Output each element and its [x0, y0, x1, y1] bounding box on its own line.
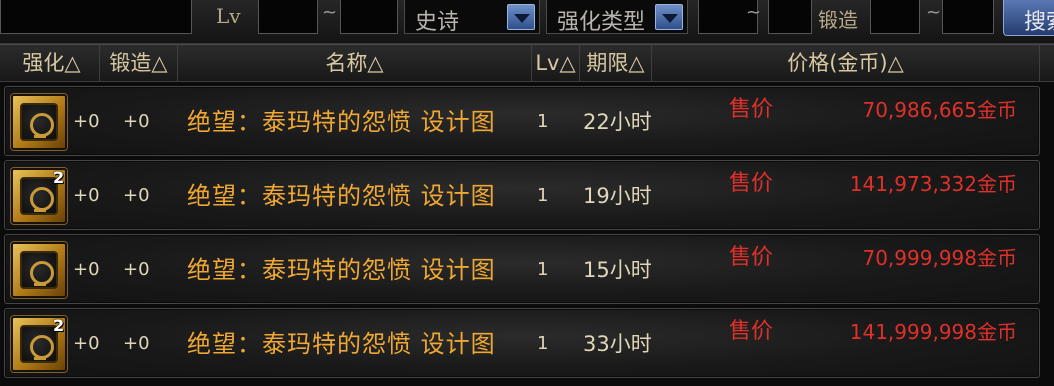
forge-value: +0: [123, 333, 150, 354]
item-period: 15小时: [583, 258, 652, 282]
forge-value: +0: [123, 185, 150, 206]
enhance-value: +0: [73, 185, 100, 206]
enhance-value: +0: [73, 259, 100, 280]
column-header-enhance[interactable]: 强化△: [4, 45, 100, 81]
forge-min-input[interactable]: [870, 0, 920, 34]
blueprint-emblem-icon: [20, 103, 58, 141]
sale-label: 售价: [729, 171, 774, 196]
item-price: 70,986,665金币: [862, 98, 1017, 122]
blueprint-icon[interactable]: [11, 242, 67, 298]
enhance-max-input[interactable]: [768, 0, 812, 34]
forge-value: +0: [123, 259, 150, 280]
blueprint-emblem-icon: [20, 251, 58, 289]
item-level: 1: [537, 259, 549, 280]
item-level: 1: [537, 111, 549, 132]
sale-label: 售价: [729, 97, 774, 122]
column-header-name[interactable]: 名称△: [178, 45, 532, 81]
blueprint-icon[interactable]: 2: [11, 316, 67, 372]
column-header-lv[interactable]: Lv△: [532, 45, 580, 81]
listing-row[interactable]: +0 +0 绝望：泰玛特的怨愤 设计图 1 22小时 售价 70,986,665…: [4, 86, 1040, 156]
item-name: 绝望：泰玛特的怨愤 设计图: [187, 330, 496, 358]
item-name: 绝望：泰玛特的怨愤 设计图: [187, 256, 496, 284]
item-price: 70,999,998金币: [862, 246, 1017, 270]
item-period: 33小时: [583, 332, 652, 356]
enhance-value: +0: [73, 333, 100, 354]
search-button[interactable]: 搜索: [1003, 0, 1054, 36]
stack-count: 2: [53, 168, 65, 187]
enhance-type-select[interactable]: 强化类型: [546, 0, 688, 35]
enhance-type-select-value: 强化类型: [557, 10, 646, 35]
listing-row[interactable]: +0 +0 绝望：泰玛特的怨愤 设计图 1 15小时 售价 70,999,998…: [4, 234, 1040, 304]
lv-label: Lv: [216, 4, 241, 28]
item-price: 141,999,998金币: [849, 320, 1017, 344]
sale-label: 售价: [729, 319, 774, 344]
column-header-forge[interactable]: 锻造△: [100, 45, 178, 81]
blueprint-icon[interactable]: [11, 94, 67, 150]
enhance-value: +0: [73, 111, 100, 132]
listing-row[interactable]: 2 +0 +0 绝望：泰玛特的怨愤 设计图 1 19小时 售价 141,973,…: [4, 160, 1040, 230]
rarity-dropdown-arrow-icon[interactable]: [507, 4, 535, 30]
item-name: 绝望：泰玛特的怨愤 设计图: [187, 108, 496, 136]
forge-range-separator: ~: [926, 2, 942, 23]
lv-range-separator: ~: [322, 2, 338, 23]
item-name: 绝望：泰玛特的怨愤 设计图: [187, 182, 496, 210]
sale-label: 售价: [729, 245, 774, 270]
item-level: 1: [537, 185, 549, 206]
lv-min-input[interactable]: [258, 0, 318, 34]
search-button-label: 搜索: [1024, 10, 1054, 35]
listing-row[interactable]: 2 +0 +0 绝望：泰玛特的怨愤 设计图 1 33小时 售价 141,999,…: [4, 308, 1040, 378]
rarity-select[interactable]: 史诗: [404, 0, 540, 35]
forge-label: 锻造: [818, 8, 858, 32]
column-header-period[interactable]: 期限△: [580, 45, 652, 81]
lv-max-input[interactable]: [340, 0, 398, 34]
forge-max-input[interactable]: [942, 0, 994, 34]
name-search-input[interactable]: [0, 0, 192, 34]
item-period: 19小时: [583, 184, 652, 208]
rarity-select-value: 史诗: [415, 10, 460, 35]
item-price: 141,973,332金币: [849, 172, 1017, 196]
filter-bar: Lv ~ 史诗 强化类型 ~ 锻造 ~ 搜索: [0, 0, 1054, 44]
item-level: 1: [537, 333, 549, 354]
enhance-type-dropdown-arrow-icon[interactable]: [655, 4, 683, 30]
item-period: 22小时: [583, 110, 652, 134]
forge-value: +0: [123, 111, 150, 132]
stack-count: 2: [53, 316, 65, 335]
enhance-range-separator: ~: [746, 2, 762, 23]
blueprint-icon[interactable]: 2: [11, 168, 67, 224]
